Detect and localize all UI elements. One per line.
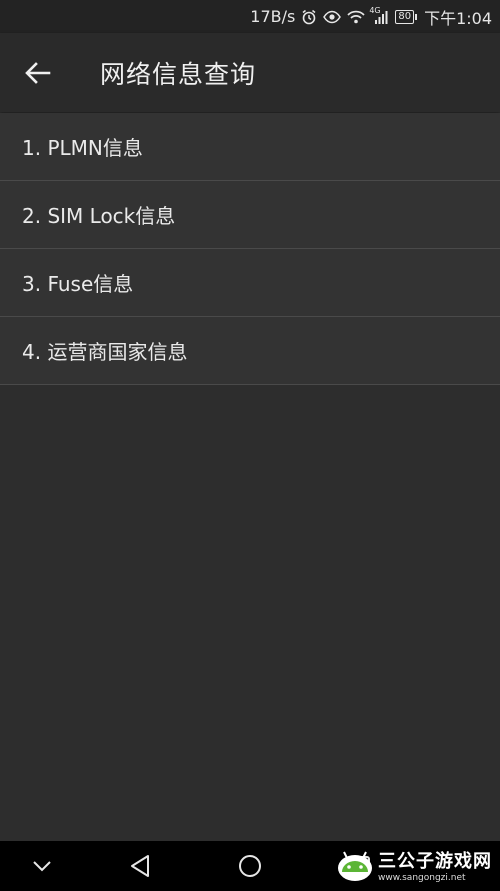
list-item-label: 1. PLMN信息 bbox=[22, 136, 143, 160]
status-bar: 17B/s 4G 80 下午1:04 bbox=[0, 0, 500, 33]
page-title: 网络信息查询 bbox=[100, 59, 257, 89]
hide-nav-button[interactable] bbox=[22, 841, 62, 891]
signal-icon: 4G bbox=[369, 6, 389, 24]
list-item-sim-lock[interactable]: 2. SIM Lock信息 bbox=[0, 181, 500, 249]
nav-home-button[interactable] bbox=[230, 841, 270, 891]
eye-icon bbox=[323, 10, 342, 24]
list-item-fuse[interactable]: 3. Fuse信息 bbox=[0, 249, 500, 317]
app-bar: 网络信息查询 bbox=[0, 33, 500, 112]
navigation-bar: 三公子游戏网 www.sangongzi.net bbox=[0, 841, 500, 891]
android-logo-icon bbox=[338, 851, 372, 881]
arrow-back-icon bbox=[25, 61, 51, 84]
watermark-name: 三公子游戏网 bbox=[378, 851, 492, 872]
nav-back-button[interactable] bbox=[120, 841, 160, 891]
list-item-plmn[interactable]: 1. PLMN信息 bbox=[0, 113, 500, 181]
wifi-icon bbox=[347, 10, 365, 24]
back-triangle-icon bbox=[131, 855, 149, 877]
alarm-icon bbox=[301, 9, 317, 25]
menu-list: 1. PLMN信息 2. SIM Lock信息 3. Fuse信息 4. 运营商… bbox=[0, 113, 500, 385]
watermark-text: 三公子游戏网 www.sangongzi.net bbox=[378, 847, 492, 883]
network-type: 4G bbox=[369, 5, 381, 15]
list-item-label: 3. Fuse信息 bbox=[22, 272, 134, 296]
home-circle-icon bbox=[239, 855, 261, 877]
watermark-url: www.sangongzi.net bbox=[378, 873, 466, 883]
list-item-carrier-country[interactable]: 4. 运营商国家信息 bbox=[0, 317, 500, 385]
list-item-label: 4. 运营商国家信息 bbox=[22, 340, 188, 364]
battery-indicator: 80 bbox=[395, 9, 417, 24]
watermark: 三公子游戏网 www.sangongzi.net bbox=[336, 847, 492, 883]
clock: 下午1:04 bbox=[424, 8, 492, 28]
back-button[interactable] bbox=[11, 46, 65, 100]
chevron-down-icon bbox=[33, 861, 51, 872]
list-item-label: 2. SIM Lock信息 bbox=[22, 204, 176, 228]
network-speed: 17B/s bbox=[250, 7, 296, 26]
